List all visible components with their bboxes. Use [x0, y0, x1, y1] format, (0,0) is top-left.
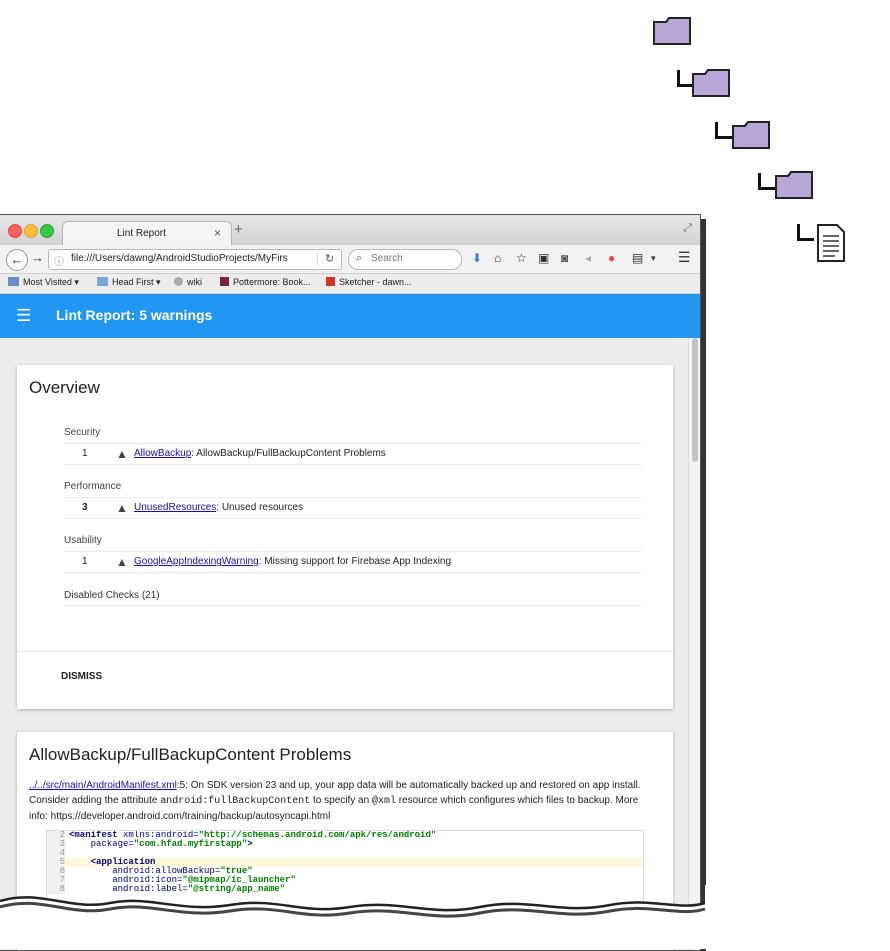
code-tail: >	[247, 839, 253, 849]
clipboard-icon[interactable]: ▣	[538, 251, 549, 265]
back-button[interactable]: ←	[6, 249, 28, 271]
category-usability: Usability	[64, 535, 102, 546]
bookmark-pottermore[interactable]: Pottermore: Book...	[220, 277, 311, 287]
issue-title: AllowBackup/FullBackupContent Problems	[29, 745, 352, 764]
dismiss-button[interactable]: DISMISS	[61, 671, 102, 682]
tab-close-icon[interactable]: ×	[214, 226, 221, 240]
table-row: 1 ▲ AllowBackup: AllowBackup/FullBackupC…	[64, 443, 642, 465]
trash-icon[interactable]: ▤	[632, 251, 643, 265]
overview-title: Overview	[29, 378, 100, 397]
bookmark-sketcher[interactable]: Sketcher - dawn...	[326, 277, 412, 287]
browser-window: Lint Report × + ⤢ ← → ⓘ file:///Users/da…	[0, 214, 701, 951]
disabled-checks-label: Disabled Checks (21)	[64, 590, 160, 601]
folder-icon	[653, 17, 691, 45]
bookmark-most-visited[interactable]: Most Visited ▾	[8, 277, 79, 288]
gear-folder-icon	[8, 277, 19, 286]
warning-count: 1	[82, 556, 88, 567]
url-bar[interactable]: ⓘ file:///Users/dawng/AndroidStudioProje…	[48, 249, 342, 270]
url-text[interactable]: file:///Users/dawng/AndroidStudioProject…	[71, 253, 321, 264]
folder-icon	[732, 121, 770, 149]
torn-edge-decoration	[0, 885, 890, 949]
code-line: 3 package="com.hfad.myfirstapp">	[47, 840, 643, 849]
disabled-checks[interactable]: Disabled Checks (21)	[64, 587, 642, 606]
folder-icon	[97, 277, 108, 286]
tree-connector	[715, 122, 732, 139]
code-attr: package=	[69, 839, 134, 849]
category-security: Security	[64, 427, 101, 438]
document-icon	[817, 224, 845, 262]
maximize-window-button[interactable]	[40, 224, 54, 238]
issue-description: : AllowBackup/FullBackupContent Problems	[191, 448, 386, 459]
overflow-chevron-icon[interactable]: ▾	[651, 253, 656, 264]
fullscreen-icon[interactable]: ⤢	[683, 222, 692, 235]
folder-icon	[775, 171, 813, 199]
issue-summary: GoogleAppIndexingWarning: Missing suppor…	[134, 556, 451, 567]
tree-connector	[797, 224, 814, 241]
code-value: "com.hfad.myfirstapp"	[133, 839, 248, 849]
card-divider	[17, 651, 673, 652]
table-row: 1 ▲ GoogleAppIndexingWarning: Missing su…	[64, 551, 642, 573]
reload-icon[interactable]: ↻	[325, 252, 334, 265]
gmail-icon	[326, 277, 335, 286]
new-tab-button[interactable]: +	[234, 221, 243, 238]
bookmark-label: Head First ▾	[112, 277, 161, 287]
globe-icon	[174, 277, 183, 286]
issue-description: : Unused resources	[216, 502, 303, 513]
manifest-file-link[interactable]: ../../src/main/AndroidManifest.xml	[29, 780, 177, 791]
issue-description: : Missing support for Firebase App Index…	[258, 556, 452, 567]
bookmark-star-icon[interactable]: ☆	[516, 251, 527, 265]
search-placeholder: Search	[371, 253, 403, 264]
warning-icon: ▲	[116, 447, 128, 461]
pottermore-icon	[220, 277, 229, 286]
report-content: Overview Security 1 ▲ AllowBackup: Allow…	[0, 338, 688, 950]
warning-count: 1	[82, 448, 88, 459]
home-icon[interactable]: ⌂	[494, 251, 501, 265]
bookmark-head-first[interactable]: Head First ▾	[97, 277, 161, 288]
issue-link-googleappindexing[interactable]: GoogleAppIndexingWarning	[134, 556, 259, 567]
navigation-bar: ← → ⓘ file:///Users/dawng/AndroidStudioP…	[0, 245, 700, 274]
page-scrollbar[interactable]	[688, 338, 700, 950]
xml-code: @xml	[371, 796, 396, 807]
tab-title: Lint Report	[117, 228, 166, 239]
issue-link-unusedresources[interactable]: UnusedResources	[134, 502, 216, 513]
pocket-icon[interactable]: ◙	[561, 251, 568, 265]
bookmark-label: Most Visited ▾	[23, 277, 79, 287]
warning-icon: ▲	[116, 501, 128, 515]
search-icon: ⌕	[356, 252, 363, 264]
issue-link-allowbackup[interactable]: AllowBackup	[134, 448, 191, 459]
bookmarks-bar: Most Visited ▾ Head First ▾ wiki Potterm…	[0, 274, 700, 294]
bookmark-label: Pottermore: Book...	[233, 277, 311, 287]
attribute-code: android:fullBackupContent	[160, 796, 311, 807]
url-divider	[317, 252, 318, 266]
color-extension-icon[interactable]: ●	[608, 251, 615, 265]
bookmark-wiki[interactable]: wiki	[174, 277, 202, 287]
issue-summary: UnusedResources: Unused resources	[134, 502, 303, 513]
send-icon[interactable]: ◂	[585, 251, 591, 265]
site-info-icon[interactable]: ⓘ	[54, 253, 64, 268]
close-window-button[interactable]	[8, 224, 22, 238]
tab-lint-report[interactable]: Lint Report ×	[62, 221, 232, 246]
minimize-window-button[interactable]	[24, 224, 38, 238]
report-title: Lint Report: 5 warnings	[56, 307, 213, 323]
folder-icon	[692, 69, 730, 97]
forward-button[interactable]: →	[31, 250, 44, 265]
warning-icon: ▲	[116, 555, 128, 569]
title-bar: Lint Report × + ⤢	[0, 215, 700, 246]
issue-summary: AllowBackup: AllowBackup/FullBackupConte…	[134, 448, 386, 459]
issue-explanation: ../../src/main/AndroidManifest.xml:5: On…	[29, 778, 649, 824]
explanation-text: to specify an	[310, 795, 372, 806]
report-header: ☰ Lint Report: 5 warnings	[0, 294, 700, 338]
overview-card: Overview Security 1 ▲ AllowBackup: Allow…	[17, 365, 673, 709]
category-performance: Performance	[64, 481, 122, 492]
table-row: 3 ▲ UnusedResources: Unused resources	[64, 497, 642, 519]
download-icon[interactable]: ⬇	[472, 251, 482, 265]
warning-count: 3	[82, 502, 88, 513]
bookmark-label: wiki	[187, 277, 202, 287]
menu-icon[interactable]: ☰	[678, 249, 691, 266]
tree-connector	[758, 173, 775, 190]
search-input[interactable]: ⌕ Search	[348, 249, 462, 270]
scroll-thumb[interactable]	[692, 338, 698, 462]
bookmark-label: Sketcher - dawn...	[339, 277, 412, 287]
hamburger-menu-icon[interactable]: ☰	[16, 306, 31, 326]
